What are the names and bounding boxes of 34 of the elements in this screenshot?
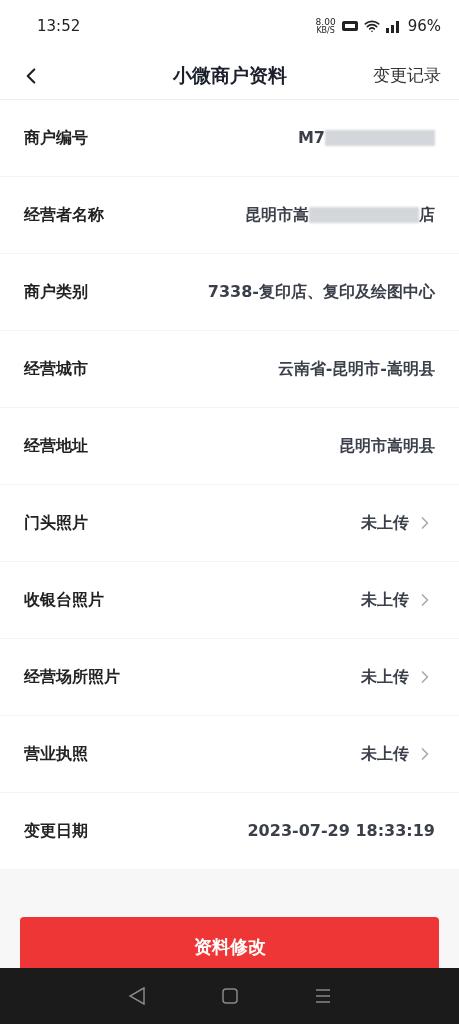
wifi-icon	[363, 18, 380, 34]
field-label: 门头照片	[24, 512, 88, 534]
battery-level: 96%	[407, 15, 441, 37]
field-label: 商户类别	[24, 281, 88, 303]
menu-icon[interactable]	[314, 988, 331, 1004]
field-value: 未上传	[361, 743, 409, 765]
field-value: 未上传	[361, 512, 409, 534]
field-value: 7338-复印店、复印及绘图中心	[207, 281, 435, 303]
back-nav-icon[interactable]	[128, 987, 145, 1005]
field-value: 昆明市嵩	[245, 204, 309, 226]
field-label: 经营者名称	[24, 204, 104, 226]
signal-icon	[385, 19, 402, 33]
status-time: 13:52	[37, 15, 81, 37]
field-value: 云南省-昆明市-嵩明县	[277, 358, 435, 380]
field-label: 经营场所照片	[24, 666, 120, 688]
field-label: 经营地址	[24, 435, 88, 457]
field-value: M7	[297, 127, 325, 149]
edit-info-button[interactable]: 资料修改	[20, 917, 439, 968]
field-label: 经营城市	[24, 358, 88, 380]
field-label: 变更日期	[24, 820, 88, 842]
field-label: 收银台照片	[24, 589, 104, 611]
home-nav-icon[interactable]	[221, 988, 238, 1004]
field-value: 未上传	[361, 666, 409, 688]
change-history-link[interactable]: 变更记录	[373, 62, 441, 89]
page-title: 小微商户资料	[172, 63, 287, 89]
field-value: 店	[419, 204, 435, 226]
hd-icon	[341, 21, 358, 31]
field-value: 昆明市嵩明县	[339, 435, 435, 457]
field-value: 未上传	[361, 589, 409, 611]
field-value: 2023-07-29 18:33:19	[247, 820, 435, 842]
network-speed: 8.00	[315, 17, 336, 27]
field-label: 商户编号	[24, 127, 88, 149]
field-label: 营业执照	[24, 743, 88, 765]
network-speed-unit: KB/S	[316, 26, 335, 35]
